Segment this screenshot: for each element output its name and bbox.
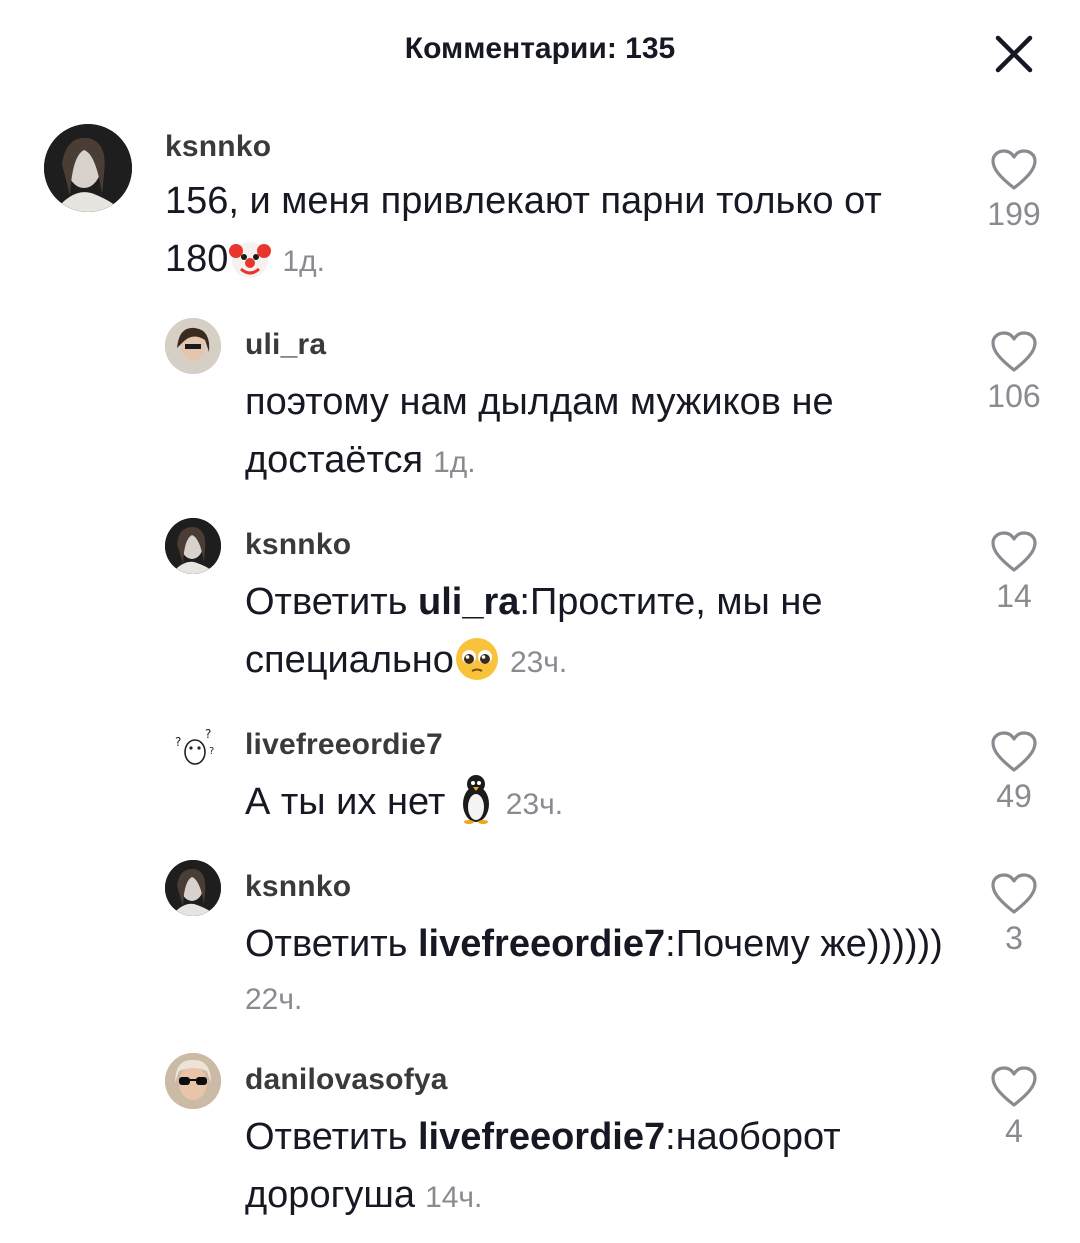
comment-time: 1д. xyxy=(282,245,325,278)
heart-icon xyxy=(991,731,1037,772)
comment-body: А ты их нет xyxy=(245,781,456,823)
comment-username[interactable]: ksnnko xyxy=(165,130,271,164)
comment-time: 23ч. xyxy=(509,646,568,679)
comment-text: 156, и меня привлекают парни только от 1… xyxy=(165,172,925,298)
comment-text: Ответить livefreeordie7:наоборот дорогуш… xyxy=(245,1108,925,1227)
heart-icon xyxy=(991,149,1037,190)
comment-username[interactable]: livefreeordie7 xyxy=(245,728,443,762)
like-button[interactable]: 49 xyxy=(982,730,1046,815)
comments-header: Комментарии: 135 xyxy=(0,0,1080,105)
avatar[interactable] xyxy=(165,1053,221,1109)
avatar[interactable]: ??? xyxy=(165,718,221,774)
close-icon xyxy=(995,35,1033,73)
avatar[interactable] xyxy=(165,860,221,916)
avatar[interactable] xyxy=(165,318,221,374)
comment-time: 1д. xyxy=(433,446,476,479)
avatar[interactable] xyxy=(165,518,221,574)
comment-body: 156, и меня привлекают парни только от 1… xyxy=(165,180,882,280)
reply-target-username[interactable]: uli_ra xyxy=(418,581,519,623)
comment-text: А ты их нет 23ч. xyxy=(245,773,925,841)
heart-icon xyxy=(991,331,1037,372)
like-button[interactable]: 4 xyxy=(982,1065,1046,1150)
comment-time: 23ч. xyxy=(505,788,564,821)
svg-text:?: ? xyxy=(175,735,181,749)
like-button[interactable]: 106 xyxy=(982,330,1046,415)
comment-username[interactable]: danilovasofya xyxy=(245,1063,448,1097)
close-button[interactable] xyxy=(990,30,1038,78)
comment-text: Ответить uli_ra:Простите, мы не специаль… xyxy=(245,573,925,699)
reply-prefix: Ответить xyxy=(245,581,418,623)
comment-text: Ответить livefreeordie7:Почему же)))))) 2… xyxy=(245,915,965,1027)
comment-username[interactable]: ksnnko xyxy=(245,528,351,562)
like-button[interactable]: 14 xyxy=(982,530,1046,615)
clown-face-icon xyxy=(228,237,272,298)
heart-icon xyxy=(991,873,1037,914)
like-count: 106 xyxy=(987,378,1041,414)
like-count: 4 xyxy=(1005,1113,1023,1149)
avatar[interactable] xyxy=(44,124,132,212)
reply-prefix: Ответить xyxy=(245,1116,418,1158)
comment-time: 14ч. xyxy=(425,1181,483,1214)
comment-body: :Почему же)))))) xyxy=(665,923,943,965)
comment-text: поэтому нам дылдам мужиков не достаётся 1… xyxy=(245,373,925,492)
like-button[interactable]: 199 xyxy=(982,148,1046,233)
comment-time: 22ч. xyxy=(245,983,303,1016)
comments-title: Комментарии: 135 xyxy=(404,32,676,65)
like-count: 199 xyxy=(987,196,1041,232)
pleading-face-icon xyxy=(454,636,500,699)
heart-icon xyxy=(991,1066,1037,1107)
comment-body: поэтому нам дылдам мужиков не достаётся xyxy=(245,381,834,481)
like-count: 3 xyxy=(1005,920,1023,956)
like-button[interactable]: 3 xyxy=(982,872,1046,957)
comment-username[interactable]: ksnnko xyxy=(245,870,351,904)
like-count: 14 xyxy=(996,578,1032,614)
heart-icon xyxy=(991,531,1037,572)
like-count: 49 xyxy=(996,778,1032,814)
penguin-icon xyxy=(456,774,496,841)
reply-target-username[interactable]: livefreeordie7 xyxy=(418,1116,665,1158)
reply-target-username[interactable]: livefreeordie7 xyxy=(418,923,665,965)
reply-prefix: Ответить xyxy=(245,923,418,965)
svg-text:?: ? xyxy=(209,746,214,757)
comment-username[interactable]: uli_ra xyxy=(245,328,326,362)
svg-text:?: ? xyxy=(205,727,211,741)
